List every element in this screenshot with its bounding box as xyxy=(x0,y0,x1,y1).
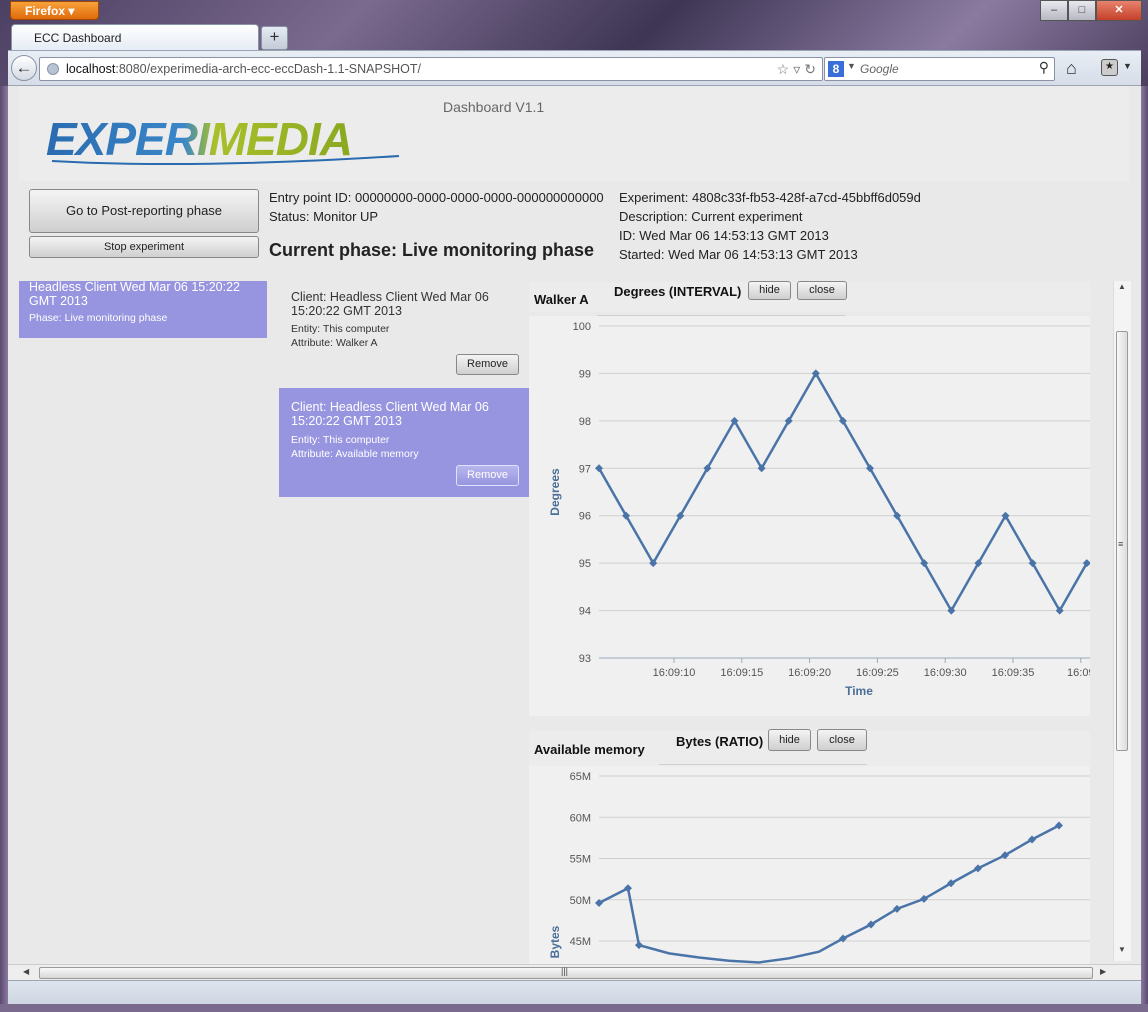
tab-ecc-dashboard[interactable]: ECC Dashboard xyxy=(11,24,259,50)
x-axis-label: Time xyxy=(845,684,873,698)
x-tick-label: 16:09:20 xyxy=(788,667,831,679)
remove-button[interactable]: Remove xyxy=(456,354,519,375)
entry-point-id: Entry point ID: 00000000-0000-0000-0000-… xyxy=(269,190,604,205)
maximize-button[interactable]: □ xyxy=(1068,0,1096,21)
search-icon[interactable]: ⚲ xyxy=(1039,59,1049,76)
close-button[interactable]: close xyxy=(797,281,847,300)
search-placeholder: Google xyxy=(860,62,899,76)
series-line xyxy=(597,370,1114,614)
close-button[interactable]: close xyxy=(817,729,867,751)
status-info: Entry point ID: 00000000-0000-0000-0000-… xyxy=(269,188,604,226)
monitor-status: Status: Monitor UP xyxy=(269,209,379,224)
scroll-down-arrow-icon[interactable]: ▼ xyxy=(1118,945,1126,954)
metric-attribute: Attribute: Available memory xyxy=(291,448,419,460)
client-card[interactable]: Headless Client Wed Mar 06 15:20:22 GMT … xyxy=(19,280,267,338)
new-tab-button[interactable]: + xyxy=(261,26,288,50)
current-phase-title: Current phase: Live monitoring phase xyxy=(269,240,595,260)
x-tick-label: 16:09 xyxy=(1067,667,1090,679)
experiment-id-date: ID: Wed Mar 06 14:53:13 GMT 2013 xyxy=(619,228,829,243)
post-reporting-button[interactable]: Go to Post-reporting phase xyxy=(29,189,259,233)
y-tick-label: 45M xyxy=(570,936,591,948)
search-input[interactable]: 8 ▼ Google ⚲ xyxy=(824,57,1055,81)
chart-unit: Bytes (RATIO) xyxy=(676,734,764,749)
metric-client: Client: Headless Client Wed Mar 06 15:20… xyxy=(291,290,489,318)
metric-card-selected[interactable]: Client: Headless Client Wed Mar 06 15:20… xyxy=(279,388,529,497)
chart-walker-a: 93 94 95 96 97 98 99 100 16:09:10 16:09:15 16:09:2… xyxy=(529,316,1118,716)
firefox-menu-button[interactable]: Firefox ▾ xyxy=(10,1,99,20)
y-tick-label: 100 xyxy=(573,321,591,333)
scroll-grip-icon: ≡ xyxy=(1118,539,1124,549)
y-tick-label: 96 xyxy=(579,511,591,523)
y-tick-label: 98 xyxy=(579,416,591,428)
client-phase: Phase: Live monitoring phase xyxy=(29,312,168,324)
reload-icon[interactable]: ↻ xyxy=(804,61,816,77)
page-content: EXPERIMEDIA Dashboard V1.1 Go to Post-re… xyxy=(8,86,1141,964)
y-tick-label: 95 xyxy=(579,558,591,570)
y-tick-label: 94 xyxy=(579,606,591,618)
globe-icon xyxy=(47,63,59,75)
window-controls: – □ ✕ xyxy=(1040,0,1142,21)
scroll-right-arrow-icon[interactable]: ▶ xyxy=(1100,967,1106,976)
chart-unit: Degrees (INTERVAL) xyxy=(614,284,742,299)
bookmarks-icon[interactable]: ★ xyxy=(1101,59,1118,76)
vertical-scrollbar[interactable]: ▲ ≡ ▼ xyxy=(1113,281,1131,961)
dropdown-arrow-icon[interactable]: ▿ xyxy=(793,61,800,77)
back-arrow-icon[interactable]: ← xyxy=(11,55,37,81)
hscroll-grip-icon: ||| xyxy=(561,966,569,976)
metric-entity: Entity: This computer xyxy=(291,323,390,335)
metric-card[interactable]: Client: Headless Client Wed Mar 06 15:20… xyxy=(279,284,529,380)
chart-available-memory: 45M 50M 55M 60M 65M Bytes xyxy=(529,766,1090,964)
y-tick-label: 55M xyxy=(570,854,591,866)
url-input[interactable]: localhost:8080/experimedia-arch-ecc-eccD… xyxy=(39,57,823,81)
x-tick-label: 16:09:30 xyxy=(924,667,967,679)
y-tick-label: 50M xyxy=(570,895,591,907)
scroll-left-arrow-icon[interactable]: ◀ xyxy=(23,967,29,976)
experiment-description: Description: Current experiment xyxy=(619,209,803,224)
google-engine-icon[interactable]: 8 xyxy=(828,61,844,77)
experiment-info: Experiment: 4808c33f-fb53-428f-a7cd-45bb… xyxy=(619,188,921,264)
close-window-button[interactable]: ✕ xyxy=(1096,0,1142,21)
star-bookmark-icon[interactable]: ☆ xyxy=(777,61,790,77)
chart-name: Available memory xyxy=(534,742,645,757)
metric-attribute: Attribute: Walker A xyxy=(291,337,378,349)
experiment-started: Started: Wed Mar 06 14:53:13 GMT 2013 xyxy=(619,247,858,262)
navigation-toolbar: ← localhost:8080/experimedia-arch-ecc-ec… xyxy=(8,50,1141,86)
x-tick-label: 16:09:15 xyxy=(720,667,763,679)
available-memory-line-chart: 45M 50M 55M 60M 65M Bytes xyxy=(548,771,1090,964)
experiment-id: Experiment: 4808c33f-fb53-428f-a7cd-45bb… xyxy=(619,190,921,205)
walker-a-line-chart: 93 94 95 96 97 98 99 100 16:09:10 16:09:15 16:09:2… xyxy=(548,321,1118,698)
status-bar xyxy=(8,980,1141,1005)
remove-button[interactable]: Remove xyxy=(456,465,519,486)
chart-name: Walker A xyxy=(534,292,589,307)
stop-experiment-button[interactable]: Stop experiment xyxy=(29,236,259,258)
minimize-button[interactable]: – xyxy=(1040,0,1068,21)
hide-button[interactable]: hide xyxy=(768,729,811,751)
y-tick-label: 97 xyxy=(579,463,591,475)
scroll-up-arrow-icon[interactable]: ▲ xyxy=(1118,282,1126,291)
engine-chevron-icon[interactable]: ▼ xyxy=(847,61,856,71)
metric-client: Client: Headless Client Wed Mar 06 15:20… xyxy=(291,400,489,428)
hide-button[interactable]: hide xyxy=(748,281,791,300)
metric-entity: Entity: This computer xyxy=(291,434,390,446)
x-tick-label: 16:09:35 xyxy=(992,667,1035,679)
home-icon[interactable]: ⌂ xyxy=(1066,58,1077,79)
horizontal-scrollbar[interactable]: ◀ ||| ▶ xyxy=(8,964,1141,981)
x-tick-label: 16:09:25 xyxy=(856,667,899,679)
y-tick-label: 99 xyxy=(579,368,591,380)
bookmarks-chevron-icon[interactable]: ▼ xyxy=(1123,61,1132,71)
y-axis-label: Degrees xyxy=(548,468,562,516)
tab-title: ECC Dashboard xyxy=(34,31,122,45)
dashboard-title: Dashboard V1.1 xyxy=(443,99,545,115)
url-text: localhost:8080/experimedia-arch-ecc-eccD… xyxy=(66,62,422,76)
data-point xyxy=(635,941,643,950)
svg-text:EXPERIMEDIA: EXPERIMEDIA xyxy=(46,113,352,165)
experimedia-logo: EXPERIMEDIA xyxy=(46,113,400,166)
x-tick-label: 16:09:10 xyxy=(653,667,696,679)
y-tick-label: 65M xyxy=(570,771,591,783)
y-tick-label: 60M xyxy=(570,812,591,824)
y-axis-label: Bytes xyxy=(548,925,562,958)
client-title: Headless Client Wed Mar 06 15:20:22 GMT … xyxy=(29,280,240,308)
series-line xyxy=(598,824,1060,964)
y-tick-label: 93 xyxy=(579,653,591,665)
